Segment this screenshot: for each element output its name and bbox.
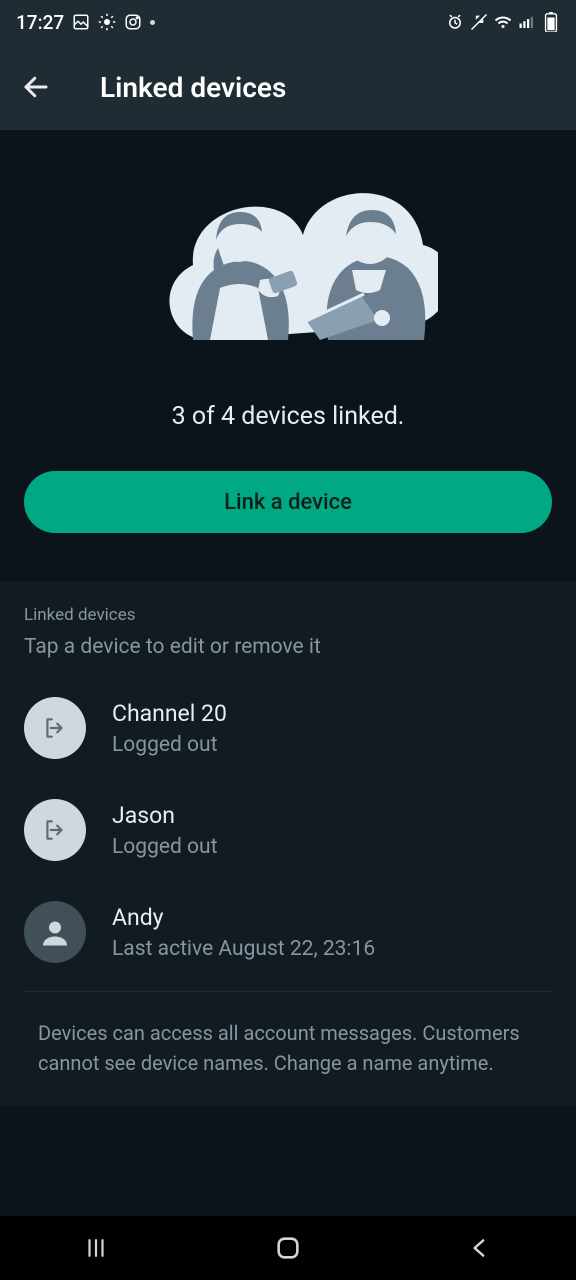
section-subheading: Tap a device to edit or remove it: [24, 635, 552, 659]
logout-icon: [42, 817, 68, 843]
device-status: Last active August 22, 23:16: [112, 937, 375, 961]
device-avatar: [24, 799, 86, 861]
gallery-icon: [72, 13, 90, 31]
logout-icon: [42, 715, 68, 741]
alarm-icon: [446, 13, 464, 31]
hero-section: 3 of 4 devices linked. Link a device: [0, 130, 576, 563]
arrow-left-icon: [21, 72, 51, 102]
app-bar: Linked devices: [0, 44, 576, 130]
clock: 17:27: [16, 11, 64, 34]
link-device-button-label: Link a device: [224, 490, 352, 515]
device-name: Channel 20: [112, 700, 227, 727]
home-icon: [274, 1234, 302, 1262]
vibrate-icon: [470, 13, 488, 31]
nav-recent-button[interactable]: [56, 1228, 136, 1268]
back-button[interactable]: [8, 59, 64, 115]
section-heading: Linked devices: [24, 605, 552, 625]
device-row[interactable]: Jason Logged out: [24, 779, 552, 881]
brightness-icon: [98, 13, 116, 31]
section-footnote: Devices can access all account messages.…: [38, 1018, 552, 1078]
device-avatar: [24, 901, 86, 963]
link-device-button[interactable]: Link a device: [24, 471, 552, 533]
signal-icon: [518, 13, 536, 31]
device-name: Jason: [112, 802, 217, 829]
nav-home-button[interactable]: [248, 1228, 328, 1268]
system-nav-bar: [0, 1216, 576, 1280]
device-status: Logged out: [112, 733, 227, 757]
page-title: Linked devices: [100, 71, 286, 104]
device-name: Andy: [112, 904, 375, 931]
recent-apps-icon: [83, 1235, 109, 1261]
devices-summary: 3 of 4 devices linked.: [172, 402, 405, 431]
device-status: Logged out: [112, 835, 217, 859]
linked-devices-section: Linked devices Tap a device to edit or r…: [0, 581, 576, 1106]
nav-back-button[interactable]: [440, 1228, 520, 1268]
device-row[interactable]: Channel 20 Logged out: [24, 677, 552, 779]
chevron-left-icon: [467, 1235, 493, 1261]
status-bar: 17:27: [0, 0, 576, 44]
person-icon: [37, 914, 73, 950]
instagram-icon: [124, 13, 142, 31]
wifi-icon: [494, 13, 512, 31]
device-row[interactable]: Andy Last active August 22, 23:16: [24, 881, 552, 983]
device-avatar: [24, 697, 86, 759]
battery-icon: [542, 13, 560, 31]
more-notifications-dot: [150, 20, 155, 25]
linked-devices-illustration: [138, 170, 438, 370]
